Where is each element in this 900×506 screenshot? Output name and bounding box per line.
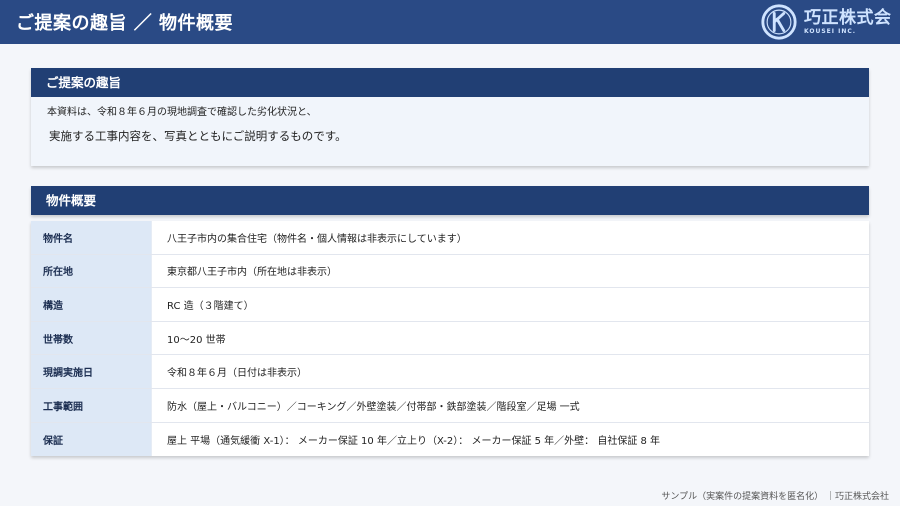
header-bar: ご提案の趣旨 ／ 物件概要 巧正株式会 KOUSEI INC.: [0, 0, 900, 44]
table-row: 工事範囲 防水（屋上・バルコニー）／コーキング／外壁塗装／付帯部・鉄部塗装／階段…: [31, 388, 869, 423]
table-row: 所在地 東京都八王子市内（所在地は非表示）: [31, 254, 869, 289]
property-heading: 物件概要: [31, 186, 869, 215]
row-label: 保証: [31, 422, 152, 457]
row-label: 構造: [31, 288, 152, 321]
intro-line-1: 本資料は、令和８年６月の現地調査で確認した劣化状況と、: [47, 107, 317, 118]
row-label: 現調実施日: [31, 355, 152, 388]
intro-body: 本資料は、令和８年６月の現地調査で確認した劣化状況と、 実施する工事内容を、写真…: [31, 97, 869, 166]
intro-card: ご提案の趣旨 本資料は、令和８年６月の現地調査で確認した劣化状況と、 実施する工…: [31, 68, 869, 166]
row-value: 令和８年６月（日付は非表示）: [167, 368, 307, 380]
property-card: 物件概要 物件名 八王子市内の集合住宅（物件名・個人情報は非表示にしています） …: [31, 186, 869, 461]
row-label: 工事範囲: [31, 388, 152, 422]
row-label: 物件名: [31, 221, 152, 254]
row-label: 所在地: [31, 254, 152, 288]
row-value: RC 造（３階建て）: [167, 300, 254, 312]
footer-note: サンプル（実案件の提案資料を匿名化） ｜巧正株式会社: [661, 492, 889, 502]
logo-k-icon: [761, 4, 797, 40]
row-value: 八王子市内の集合住宅（物件名・個人情報は非表示にしています）: [167, 233, 467, 245]
intro-line-2: 実施する工事内容を、写真とともにご説明するものです。: [49, 129, 347, 143]
row-value: 屋上 平場（通気緩衝 X-1）： メーカー保証 10 年／立上り（X-2）： メ…: [167, 435, 661, 447]
page-title: ご提案の趣旨 ／ 物件概要: [16, 13, 234, 34]
row-value: 東京都八王子市内（所在地は非表示）: [167, 267, 337, 279]
row-label: 世帯数: [31, 321, 152, 355]
logo-name: 巧正株式会: [804, 7, 892, 28]
company-logo: 巧正株式会 KOUSEI INC.: [760, 0, 900, 44]
table-row: 世帯数 10〜20 世帯: [31, 321, 869, 356]
table-row: 構造 RC 造（３階建て）: [31, 288, 869, 322]
table-row: 保証 屋上 平場（通気緩衝 X-1）： メーカー保証 10 年／立上り（X-2）…: [31, 422, 869, 457]
logo-subtitle: KOUSEI INC.: [804, 27, 857, 35]
slide: ご提案の趣旨 ／ 物件概要 巧正株式会 KOUSEI INC. ご提案の趣旨 本…: [0, 0, 900, 506]
table-row: 物件名 八王子市内の集合住宅（物件名・個人情報は非表示にしています）: [31, 221, 869, 255]
row-value: 10〜20 世帯: [167, 334, 226, 346]
intro-heading: ご提案の趣旨: [31, 68, 869, 97]
row-value: 防水（屋上・バルコニー）／コーキング／外壁塗装／付帯部・鉄部塗装／階段室／足場 …: [167, 401, 580, 413]
property-table: 物件名 八王子市内の集合住宅（物件名・個人情報は非表示にしています） 所在地 東…: [31, 221, 869, 457]
table-row: 現調実施日 令和８年６月（日付は非表示）: [31, 355, 869, 389]
